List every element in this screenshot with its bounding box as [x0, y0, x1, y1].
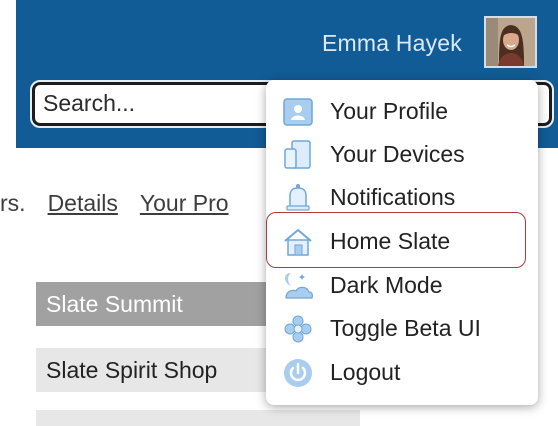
profile-icon — [280, 94, 316, 130]
home-icon — [280, 224, 316, 260]
power-icon — [280, 355, 316, 391]
user-name[interactable]: Emma Hayek — [322, 30, 462, 57]
menu-item-label: Notifications — [330, 184, 456, 210]
dark-mode-icon — [280, 268, 316, 304]
menu-item-label: Your Profile — [330, 98, 449, 124]
details-link[interactable]: Details — [48, 190, 118, 216]
devices-icon — [280, 137, 316, 173]
list-item[interactable] — [36, 410, 360, 426]
your-profile-link[interactable]: Your Pro — [140, 190, 229, 216]
menu-item-home-slate[interactable]: Home Slate — [266, 220, 538, 263]
menu-item-dark-mode[interactable]: Dark Mode — [266, 264, 538, 307]
bell-icon — [280, 180, 316, 216]
truncated-text: rs. — [0, 190, 26, 216]
menu-item-notifications[interactable]: Notifications — [266, 176, 538, 219]
menu-item-label: Dark Mode — [330, 272, 443, 298]
user-dropdown-menu: Your Profile Your Devices Notifications — [266, 80, 538, 405]
menu-item-label: Home Slate — [330, 228, 451, 254]
menu-item-toggle-beta-ui[interactable]: Toggle Beta UI — [266, 307, 538, 350]
page-links: rs. Details Your Pro — [0, 190, 251, 217]
search-input[interactable] — [35, 85, 255, 121]
avatar[interactable] — [484, 16, 537, 68]
menu-item-label: Your Devices — [330, 141, 465, 167]
menu-item-logout[interactable]: Logout — [266, 351, 538, 394]
menu-item-label: Toggle Beta UI — [330, 315, 481, 341]
menu-item-label: Logout — [330, 359, 401, 385]
menu-item-your-profile[interactable]: Your Profile — [266, 90, 538, 133]
menu-item-your-devices[interactable]: Your Devices — [266, 133, 538, 176]
beta-toggle-icon — [280, 311, 316, 347]
